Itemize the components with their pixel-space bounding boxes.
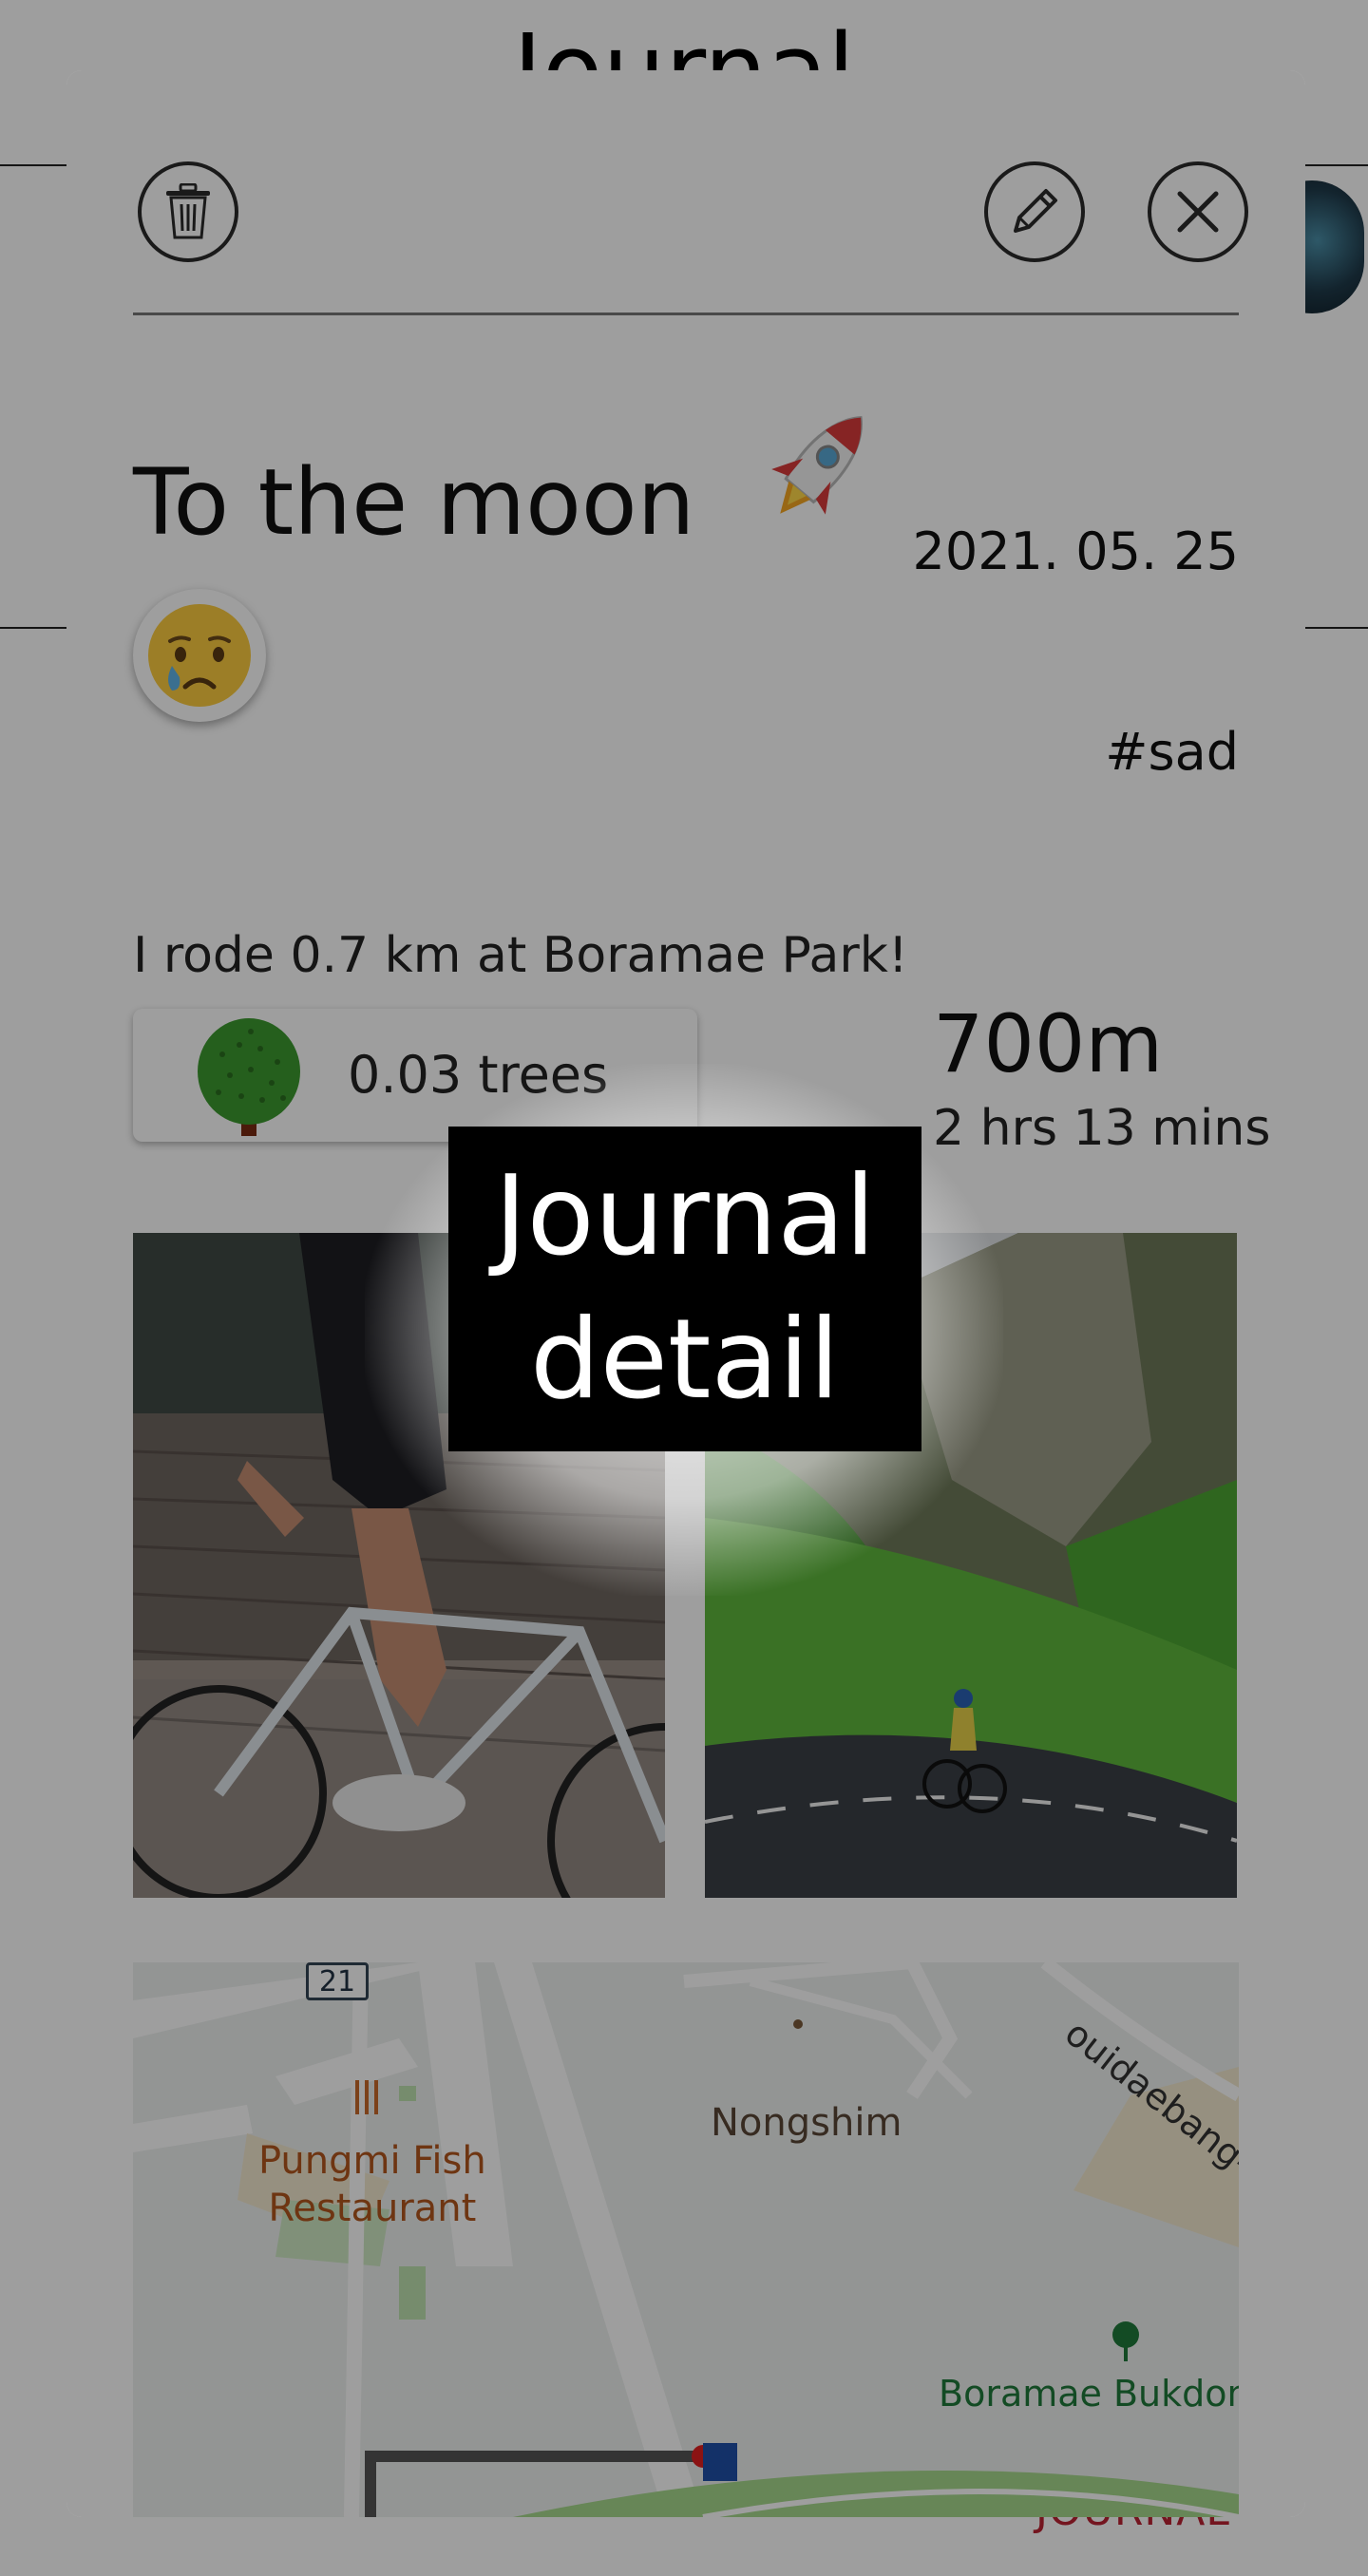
map-label-boramae: Boramae Bukdong <box>939 2373 1239 2415</box>
header-divider <box>133 313 1239 315</box>
map-road-number: 21 <box>306 1962 369 2000</box>
map-label-pungmi-line1: Pungmi Fish <box>258 2139 486 2183</box>
pencil-icon <box>1014 189 1057 233</box>
delete-button[interactable] <box>138 161 238 262</box>
screen-caption: Journal detail <box>448 1127 922 1451</box>
mood-badge <box>133 589 266 722</box>
map-label-pungmi-line2: Restaurant <box>268 2187 477 2230</box>
edit-button[interactable] <box>984 161 1085 262</box>
route-map[interactable]: 21 Nongshim Pungmi Fish Restaurant Boram… <box>133 1962 1239 2517</box>
crying-face-icon <box>148 604 251 707</box>
close-button[interactable] <box>1148 161 1248 262</box>
rocket-icon <box>771 416 863 515</box>
tree-icon <box>198 1018 300 1136</box>
mood-tag: #sad <box>1105 722 1239 782</box>
trash-icon <box>166 183 210 239</box>
map-label-nongshim: Nongshim <box>711 2101 902 2145</box>
journal-body-text: I rode 0.7 km at Boramae Park! <box>133 927 908 984</box>
screen-caption-line1: Journal <box>494 1152 876 1281</box>
map-label-pungmi: Pungmi Fish Restaurant <box>258 2137 486 2232</box>
screen-caption-line2: detail <box>529 1296 841 1424</box>
close-icon <box>1177 191 1219 233</box>
journal-date: 2021. 05. 25 <box>912 521 1239 581</box>
journal-title: To the moon <box>133 449 695 556</box>
